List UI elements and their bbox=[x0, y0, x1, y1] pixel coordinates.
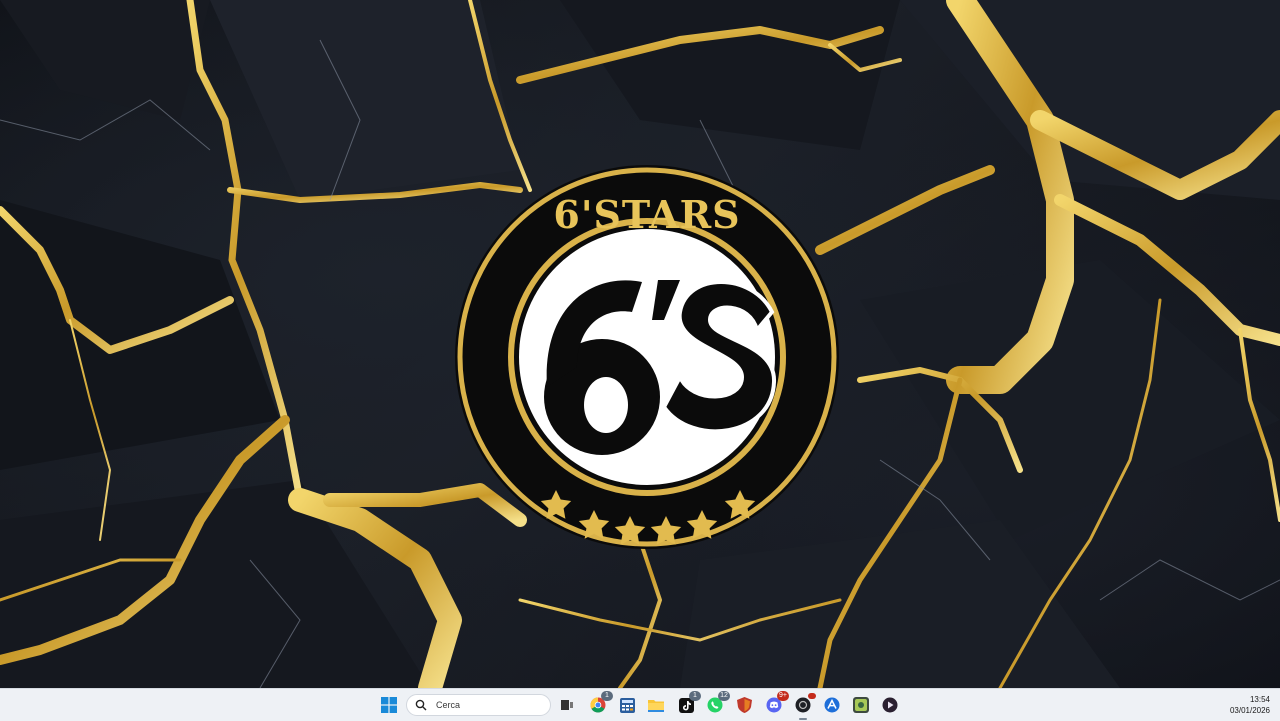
system-clock[interactable]: 13:54 03/01/2026 bbox=[1210, 694, 1270, 716]
app-blue-icon[interactable] bbox=[821, 694, 843, 716]
media-player-icon[interactable] bbox=[879, 694, 901, 716]
tiktok-icon[interactable]: 1 bbox=[675, 691, 701, 716]
app-dark-notification-dot bbox=[808, 693, 816, 699]
search-icon bbox=[415, 699, 427, 711]
task-view-icon[interactable] bbox=[556, 694, 578, 716]
chrome-icon[interactable]: 1 bbox=[587, 691, 613, 716]
whatsapp-badge: 12 bbox=[718, 691, 730, 701]
tiktok-badge: 1 bbox=[689, 691, 701, 701]
discord-icon[interactable]: 9+ bbox=[763, 691, 789, 716]
windows-start-icon[interactable] bbox=[378, 694, 400, 716]
clock-time: 13:54 bbox=[1249, 695, 1270, 704]
search-box[interactable]: Cerca bbox=[406, 694, 551, 716]
app-dark-icon[interactable] bbox=[792, 693, 816, 720]
logo-title: 6'STARS bbox=[553, 192, 741, 237]
taskbar: Cerca 1 1 12 9+ 13:54 03/01/2026 bbox=[0, 688, 1280, 721]
whatsapp-icon[interactable]: 12 bbox=[704, 691, 730, 716]
chrome-badge: 1 bbox=[601, 691, 613, 701]
clock-date: 03/01/2026 bbox=[1229, 706, 1270, 715]
desktop: 6'STARS bbox=[0, 0, 1280, 688]
file-explorer-icon[interactable] bbox=[645, 694, 667, 716]
app-photo-icon[interactable] bbox=[850, 694, 872, 716]
app-shield-icon[interactable] bbox=[733, 694, 755, 716]
search-placeholder: Cerca bbox=[436, 700, 461, 710]
calculator-icon[interactable] bbox=[616, 694, 638, 716]
discord-badge: 9+ bbox=[777, 691, 789, 701]
six-stars-logo: 6'STARS bbox=[452, 162, 842, 552]
